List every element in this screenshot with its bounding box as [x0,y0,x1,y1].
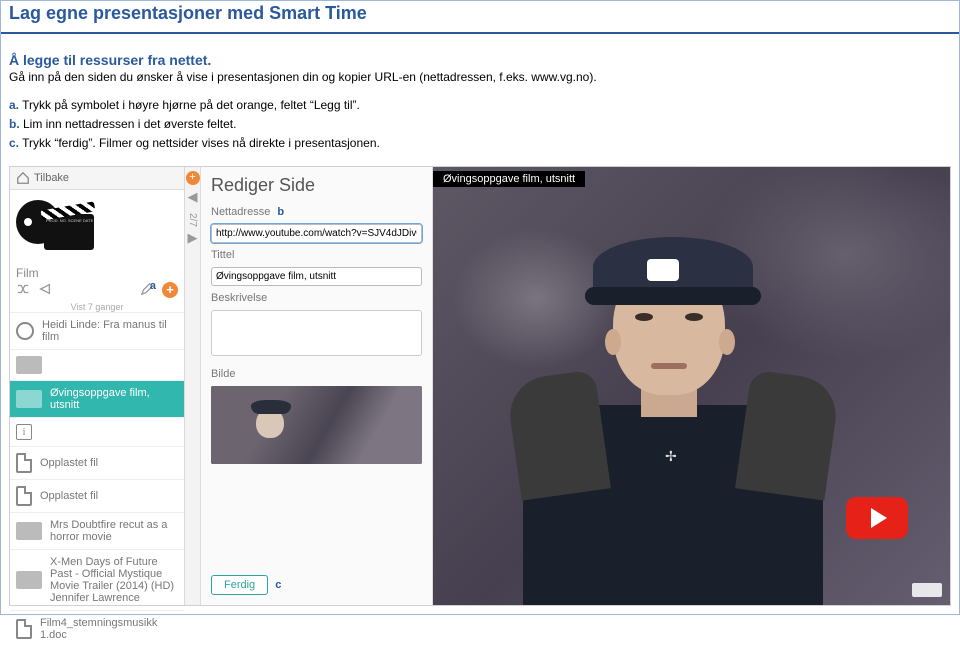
sidebar-item-label: Mrs Doubtfire recut as a horror movie [50,519,178,543]
title-input[interactable] [211,267,422,286]
sidebar-item-label: Øvingsoppgave film, utsnitt [50,387,178,411]
sidebar-item-label: Film4_stemningsmusikk 1.doc [40,617,178,641]
step-a-letter: a. [9,98,19,112]
video-preview[interactable]: Øvingsoppgave film, utsnitt ✢ [433,167,950,605]
sidebar-item-label: Opplastet fil [40,457,98,469]
step-c-letter: c. [9,136,19,150]
sidebar-item-info[interactable]: i [10,417,184,446]
file-icon [16,486,32,506]
preview-person: ✢ [523,235,823,605]
sidebar-item-selected[interactable]: Øvingsoppgave film, utsnitt [10,380,184,417]
thumb-icon [16,356,42,374]
preview-tag: Øvingsoppgave film, utsnitt [433,171,585,187]
sidebar-item-thumb[interactable] [10,349,184,380]
page-title: Lag egne presentasjoner med Smart Time [9,3,951,24]
play-icon[interactable] [846,497,908,539]
film-tile: PROD. NO. SCENE DATE [10,190,184,262]
gutter-right-icon[interactable]: ▶ [188,230,198,246]
url-label: Nettadresse [211,206,270,218]
step-b-letter: b. [9,117,20,131]
left-sidebar: Tilbake PROD. NO. SCENE DATE Film a [10,167,185,605]
image-thumbnail[interactable] [211,386,422,464]
page-gutter: + ◀ 2/7 ▶ [185,167,201,605]
step-a-text: Trykk på symbolet i høyre hjørne på det … [19,98,360,112]
sidebar-item-file[interactable]: Opplastet fil [10,446,184,479]
file-icon [16,453,32,473]
marker-a: a [150,280,156,292]
editor-title: Rediger Side [211,175,422,196]
clapper-icon: PROD. NO. SCENE DATE [16,196,96,256]
sidebar-item-thumb[interactable]: Mrs Doubtfire recut as a horror movie [10,512,184,549]
desc-input[interactable] [211,310,422,356]
gutter-add-icon[interactable]: + [186,171,200,185]
url-input[interactable] [211,224,422,243]
thumb-icon [16,522,42,540]
done-button[interactable]: Ferdig [211,575,268,595]
sidebar-item-globe[interactable]: Heidi Linde: Fra manus til film [10,312,184,349]
add-button[interactable]: + [162,282,178,298]
section-heading: Å legge til ressurser fra nettet. [9,52,951,68]
sidebar-item-file[interactable]: Film4_stemningsmusikk 1.doc [10,610,184,647]
step-b: b. Lim inn nettadressen i det øverste fe… [9,115,951,134]
youtube-logo-icon [912,583,942,597]
back-label: Tilbake [34,172,69,184]
editor-panel: Rediger Side Nettadresse b Tittel Beskri… [201,167,433,605]
sidebar-item-label: Heidi Linde: Fra manus til film [42,319,178,343]
step-b-text: Lim inn nettadressen i det øverste felte… [20,117,237,131]
gutter-counter: 2/7 [187,213,198,227]
step-c: c. Trykk “ferdig”. Filmer og nettsider v… [9,134,951,153]
shuffle-icon[interactable] [16,282,30,296]
globe-icon [16,322,34,340]
film-caption: Film [10,262,184,282]
gutter-left-icon[interactable]: ◀ [188,189,198,205]
sidebar-item-label: X-Men Days of Future Past - Official Mys… [50,556,178,604]
title-label: Tittel [211,249,422,261]
file-icon [16,619,32,639]
step-a: a. Trykk på symbolet i høyre hjørne på d… [9,96,951,115]
marker-b: b [277,206,284,218]
sidebar-item-thumb[interactable]: X-Men Days of Future Past - Official Mys… [10,549,184,610]
step-c-text: Trykk “ferdig”. Filmer og nettsider vise… [19,136,380,150]
desc-label: Beskrivelse [211,292,422,304]
info-icon: i [16,424,32,440]
thumb-icon [16,390,42,408]
image-label: Bilde [211,368,422,380]
thumb-icon [16,571,42,589]
intro-text: Gå inn på den siden du ønsker å vise i p… [9,70,951,84]
home-icon [16,171,30,185]
back-button[interactable]: Tilbake [10,167,184,190]
share-icon[interactable] [38,282,52,296]
app-screenshot: Tilbake PROD. NO. SCENE DATE Film a [9,166,951,606]
sidebar-item-file[interactable]: Opplastet fil [10,479,184,512]
marker-c: c [275,579,281,591]
sidebar-item-label: Opplastet fil [40,490,98,502]
